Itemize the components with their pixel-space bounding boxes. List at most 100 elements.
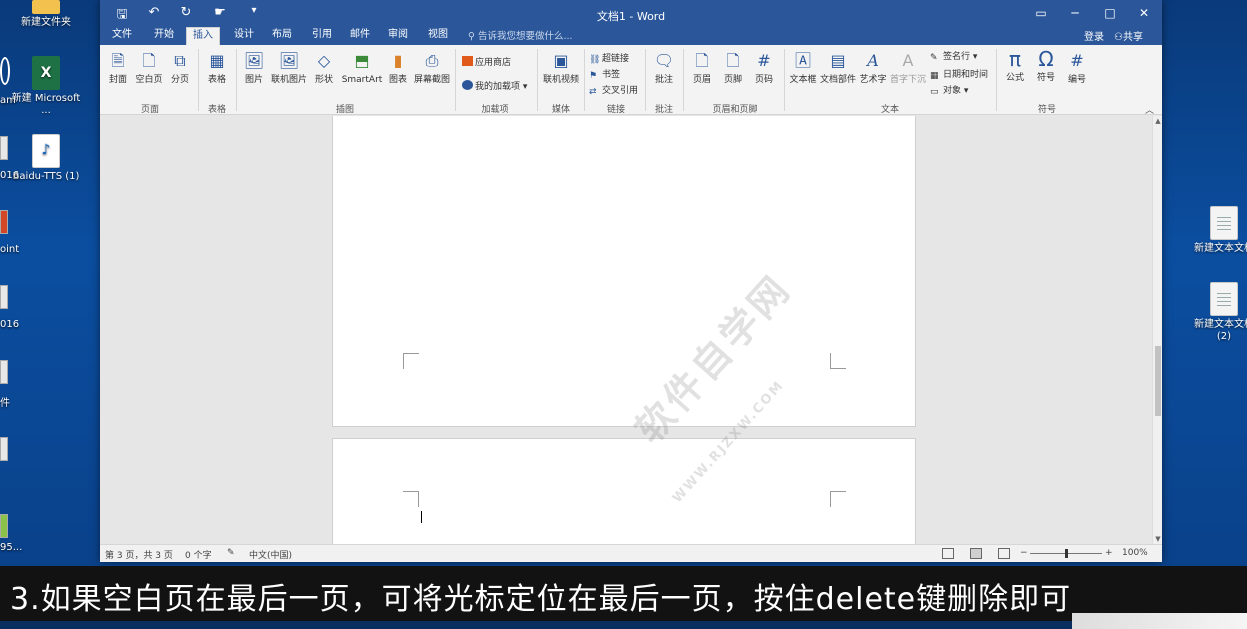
hyperlink-button[interactable]: ⛓ 超链接 <box>589 51 629 65</box>
smartart-button[interactable]: ⬒ SmartArt <box>340 51 384 86</box>
tell-me-search[interactable]: ⚲ 告诉我您想要做什么... <box>468 28 573 42</box>
title-bar[interactable]: 🖫 ↶ ↻ ☛ ▾ 文档1 - Word ▭ ─ □ ✕ <box>100 0 1162 28</box>
zoom-slider-thumb[interactable] <box>1065 549 1068 558</box>
quick-parts-button[interactable]: ▤ 文档部件 <box>820 51 856 86</box>
tab-layout[interactable]: 布局 <box>266 27 298 45</box>
mp3-file-icon: ♪ <box>32 134 60 168</box>
group-label-comments: 批注 <box>654 105 673 115</box>
app-icon[interactable] <box>0 57 10 85</box>
numbering-button[interactable]: # 编号 <box>1064 51 1090 86</box>
document-page-3[interactable] <box>332 438 916 544</box>
blank-page-button[interactable]: 🗋 空白页 <box>134 51 164 86</box>
login-link[interactable]: 登录 <box>1084 28 1104 43</box>
close-button[interactable]: ✕ <box>1133 4 1155 22</box>
tab-design[interactable]: 设计 <box>228 27 260 45</box>
zoom-in-icon[interactable]: + <box>1105 548 1113 558</box>
lightbulb-icon: ⚲ <box>468 31 478 42</box>
tab-references[interactable]: 引用 <box>306 27 338 45</box>
symbol-button[interactable]: Ω 符号 <box>1033 49 1059 84</box>
web-layout-icon[interactable] <box>998 548 1010 559</box>
header-button[interactable]: 🗋 页眉 <box>689 51 715 86</box>
tab-file[interactable]: 文件 <box>106 27 138 45</box>
store-button[interactable]: 应用商店 <box>462 55 511 68</box>
collapse-ribbon-icon[interactable]: ︿ <box>1145 103 1154 116</box>
screenshot-button[interactable]: ⎙ 屏幕截图 <box>412 51 452 86</box>
chevron-down-icon: ▾ <box>961 86 969 96</box>
picture-button[interactable]: 🖼 图片 <box>242 51 266 86</box>
print-layout-icon[interactable] <box>970 548 982 559</box>
desktop-icon-textfile[interactable]: 新建文本文档 <box>1188 206 1247 255</box>
group-label-links: 链接 <box>606 105 625 115</box>
desktop-icon-mp3[interactable]: ♪ Baidu-TTS (1) <box>10 134 82 183</box>
document-page-2[interactable] <box>332 116 916 427</box>
group-label-pages: 页面 <box>140 105 159 115</box>
wordart-button[interactable]: A 艺术字 <box>858 51 888 86</box>
bookmark-button[interactable]: ⚑ 书签 <box>589 67 620 81</box>
button-label: 批注 <box>654 75 673 85</box>
edge-label: am <box>0 95 16 106</box>
equation-button[interactable]: π 公式 <box>1002 49 1028 84</box>
zoom-out-icon[interactable]: − <box>1020 548 1028 558</box>
ribbon-display-options-button[interactable]: ▭ <box>1030 4 1052 22</box>
proofing-icon[interactable]: ✎ <box>227 548 235 558</box>
my-addins-button[interactable]: 我的加载项 ▾ <box>462 79 527 92</box>
file-icon[interactable] <box>0 136 8 160</box>
scroll-down-icon[interactable]: ▼ <box>1153 535 1163 543</box>
document-area[interactable]: 软件自学网 WWW.RJZXW.COM <box>100 116 1152 544</box>
shapes-button[interactable]: ◇ 形状 <box>312 51 336 86</box>
desktop-icon-folder[interactable]: 新建文件夹 <box>10 0 82 29</box>
desktop-icon-excel[interactable]: X 新建 Microsoft ... <box>10 56 82 117</box>
desktop-icon-label: 新建 Microsoft ... <box>11 93 81 116</box>
minimize-button[interactable]: ─ <box>1064 4 1086 22</box>
textbox-button[interactable]: 🄰 文本框 <box>788 51 818 86</box>
language-indicator[interactable]: 中文(中国) <box>249 548 292 561</box>
tab-review[interactable]: 审阅 <box>382 27 414 45</box>
app-icon[interactable] <box>0 514 8 538</box>
zoom-level[interactable]: 100% <box>1122 548 1148 558</box>
online-video-button[interactable]: ▣ 联机视频 <box>541 51 581 86</box>
page-count[interactable]: 第 3 页，共 3 页 <box>105 548 173 561</box>
cross-reference-icon: ⇄ <box>589 87 597 97</box>
table-button[interactable]: ▦ 表格 <box>204 51 230 86</box>
edge-label: 件 <box>0 398 10 409</box>
tab-view[interactable]: 视图 <box>422 27 454 45</box>
button-label: 形状 <box>314 75 333 85</box>
button-label: 符号 <box>1036 73 1055 83</box>
page-break-button[interactable]: ⧉ 分页 <box>168 51 192 86</box>
scrollbar-thumb[interactable] <box>1155 346 1161 416</box>
read-mode-icon[interactable] <box>942 548 954 559</box>
object-button[interactable]: ▭ 对象 ▾ <box>930 83 968 97</box>
cover-page-button[interactable]: 🗎 封面 <box>106 51 130 86</box>
signature-line-button[interactable]: ✎ 签名行 ▾ <box>930 49 977 63</box>
word-count[interactable]: 0 个字 <box>185 548 212 561</box>
page-number-button[interactable]: # 页码 <box>751 51 777 86</box>
dropcap-button[interactable]: A 首字下沉 <box>890 51 926 86</box>
powerpoint-icon[interactable] <box>0 210 8 234</box>
desktop-icon-textfile-2[interactable]: 新建文本文档 (2) <box>1188 282 1247 343</box>
button-label: 图表 <box>388 75 407 85</box>
footer-button[interactable]: 🗋 页脚 <box>720 51 746 86</box>
share-button[interactable]: ⚇共享 <box>1114 28 1143 43</box>
tab-home[interactable]: 开始 <box>148 27 180 45</box>
margin-mark-bottom-right <box>830 491 846 507</box>
file-icon[interactable] <box>0 437 8 461</box>
store-icon <box>462 56 473 66</box>
scroll-up-icon[interactable]: ▲ <box>1153 117 1163 125</box>
group-separator <box>784 49 785 111</box>
file-icon[interactable] <box>0 285 8 309</box>
cross-reference-button[interactable]: ⇄ 交叉引用 <box>589 83 638 97</box>
tab-insert[interactable]: 插入 <box>186 27 220 45</box>
button-label: 空白页 <box>135 75 163 85</box>
maximize-button[interactable]: □ <box>1099 4 1121 22</box>
file-icon[interactable] <box>0 360 8 384</box>
chart-button[interactable]: ▮ 图表 <box>386 51 410 86</box>
textbox-icon: 🄰 <box>794 51 811 70</box>
comment-button[interactable]: 🗨 批注 <box>651 51 677 86</box>
online-picture-button[interactable]: 🖼 联机图片 <box>270 51 308 86</box>
vertical-scrollbar[interactable]: ▲ ▼ <box>1152 116 1162 544</box>
tab-mailings[interactable]: 邮件 <box>344 27 376 45</box>
desktop-icon-label: Baidu-TTS (1) <box>12 171 80 182</box>
group-label-media: 媒体 <box>551 105 570 115</box>
share-label: 共享 <box>1122 32 1143 43</box>
date-time-button[interactable]: ▦ 日期和时间 <box>930 67 988 81</box>
